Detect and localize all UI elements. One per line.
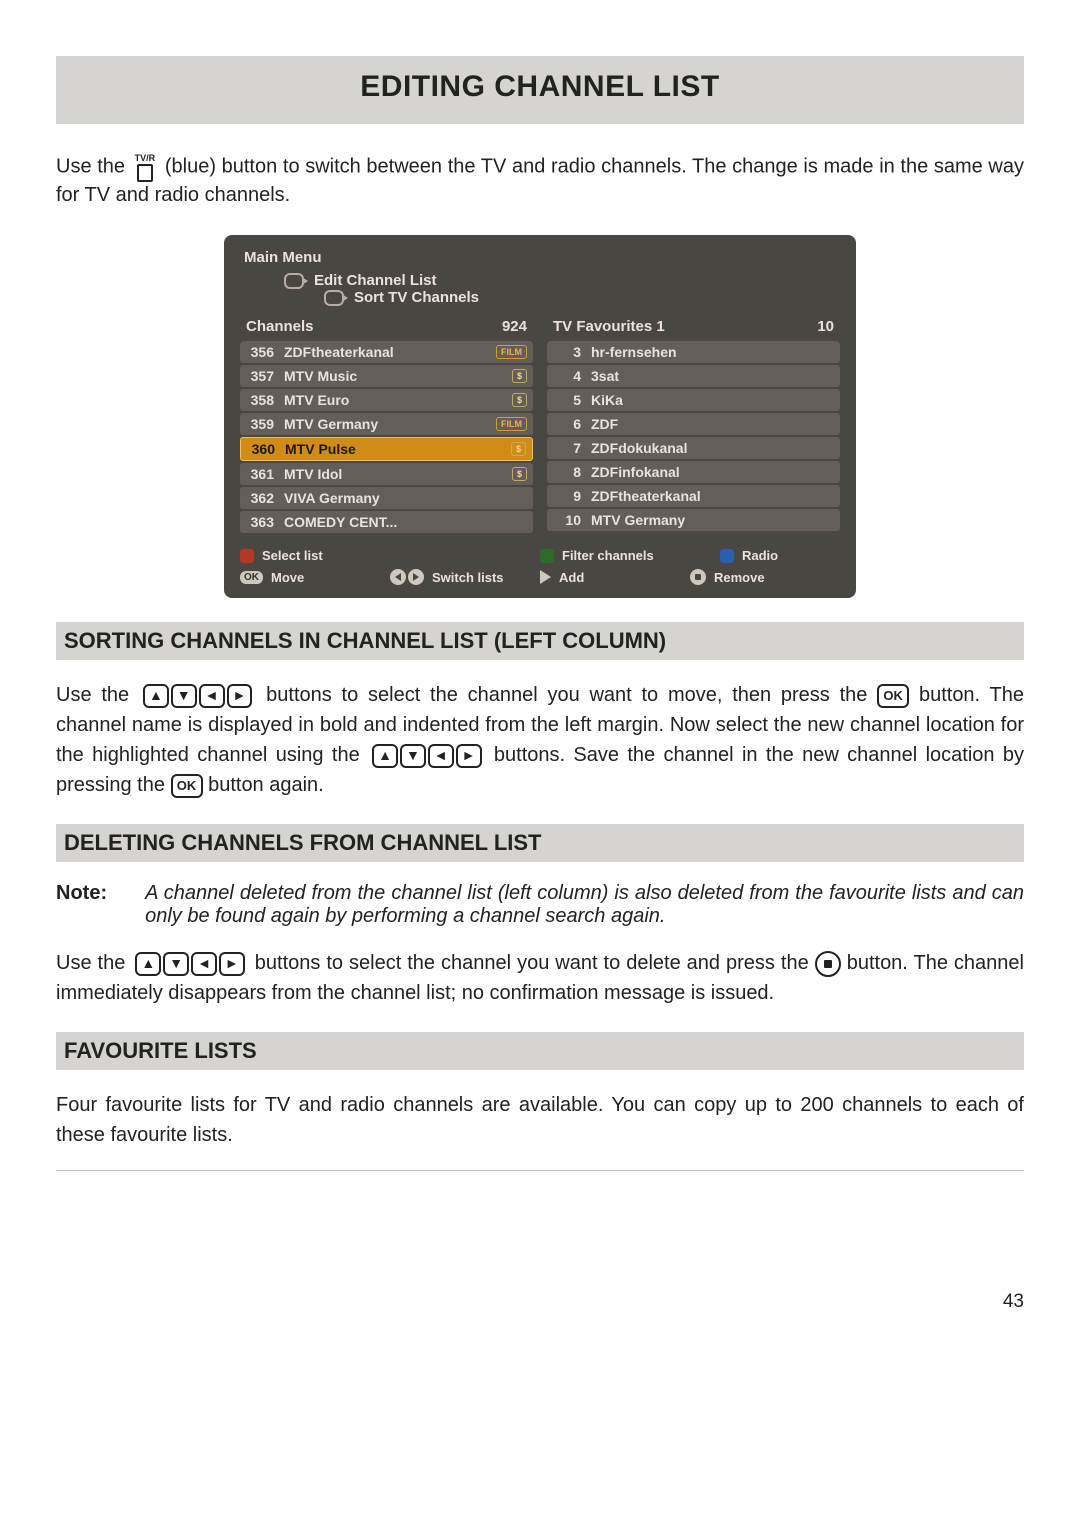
list-item[interactable]: 363COMEDY CENT... bbox=[240, 511, 533, 533]
action-remove: Remove bbox=[690, 566, 840, 588]
tvr-key-icon: TV/R bbox=[135, 152, 156, 182]
chevron-right-icon bbox=[324, 290, 344, 306]
section-heading: SORTING CHANNELS IN CHANNEL LIST (LEFT C… bbox=[56, 622, 1024, 660]
list-item[interactable]: 43sat bbox=[547, 365, 840, 387]
chevron-right-icon bbox=[284, 273, 304, 289]
red-button-icon bbox=[240, 549, 254, 563]
deleting-paragraph: Use the ▲▼◄► buttons to select the chann… bbox=[56, 948, 1024, 1008]
stop-key-icon bbox=[815, 951, 841, 977]
list-item[interactable]: 10MTV Germany bbox=[547, 509, 840, 531]
sorting-paragraph: Use the ▲▼◄► buttons to select the chann… bbox=[56, 680, 1024, 800]
blue-button-icon bbox=[720, 549, 734, 563]
breadcrumb: Main Menu bbox=[244, 249, 840, 266]
section-heading: DELETING CHANNELS FROM CHANNEL LIST bbox=[56, 824, 1024, 862]
list-item[interactable]: 3hr-fernsehen bbox=[547, 341, 840, 363]
breadcrumb: Sort TV Channels bbox=[324, 289, 840, 306]
list-item[interactable]: 361MTV Idol$ bbox=[240, 463, 533, 485]
footer-divider bbox=[56, 1170, 1024, 1171]
section-heading: FAVOURITE LISTS bbox=[56, 1032, 1024, 1070]
osd-menu: Main Menu Edit Channel List Sort TV Chan… bbox=[224, 235, 856, 598]
list-item[interactable]: 362VIVA Germany bbox=[240, 487, 533, 509]
list-item[interactable]: 357MTV Music$ bbox=[240, 365, 533, 387]
intro-paragraph: Use the TV/R (blue) button to switch bet… bbox=[56, 152, 1024, 209]
list-item[interactable]: 359MTV GermanyFILM bbox=[240, 413, 533, 435]
channels-list: Channels924 356ZDFtheaterkanalFILM357MTV… bbox=[240, 316, 533, 535]
action-radio: Radio bbox=[720, 545, 840, 566]
list-item[interactable]: 8ZDFinfokanal bbox=[547, 461, 840, 483]
action-switch: Switch lists bbox=[390, 566, 540, 588]
stop-icon bbox=[690, 569, 706, 585]
favourites-list: TV Favourites 110 3hr-fernsehen43sat5KiK… bbox=[547, 316, 840, 535]
list-item[interactable]: 7ZDFdokukanal bbox=[547, 437, 840, 459]
arrow-keys-icon: ▲▼◄► bbox=[372, 744, 481, 768]
arrow-keys-icon: ▲▼◄► bbox=[143, 684, 252, 708]
action-filter: Filter channels bbox=[540, 545, 720, 566]
arrow-keys-icon: ▲▼◄► bbox=[135, 952, 244, 976]
play-icon bbox=[540, 570, 551, 584]
note: Note: A channel deleted from the channel… bbox=[56, 882, 1024, 928]
ok-icon: OK bbox=[240, 571, 263, 584]
list-item[interactable]: 5KiKa bbox=[547, 389, 840, 411]
list-item[interactable]: 6ZDF bbox=[547, 413, 840, 435]
page-number: 43 bbox=[56, 1291, 1024, 1313]
favourite-paragraph: Four favourite lists for TV and radio ch… bbox=[56, 1090, 1024, 1150]
ok-key-icon: OK bbox=[171, 774, 203, 798]
ok-key-icon: OK bbox=[877, 684, 909, 708]
action-add: Add bbox=[540, 566, 690, 588]
green-button-icon bbox=[540, 549, 554, 563]
list-item[interactable]: 9ZDFtheaterkanal bbox=[547, 485, 840, 507]
page-title-bar: EDITING CHANNEL LIST bbox=[56, 56, 1024, 124]
rewind-forward-icon bbox=[390, 569, 424, 585]
page-title: EDITING CHANNEL LIST bbox=[56, 70, 1024, 104]
list-item[interactable]: 356ZDFtheaterkanalFILM bbox=[240, 341, 533, 363]
action-select-list: Select list bbox=[240, 545, 540, 566]
action-move: OKMove bbox=[240, 566, 390, 588]
list-item[interactable]: 360MTV Pulse$ bbox=[240, 437, 533, 461]
breadcrumb: Edit Channel List bbox=[284, 272, 840, 289]
list-item[interactable]: 358MTV Euro$ bbox=[240, 389, 533, 411]
